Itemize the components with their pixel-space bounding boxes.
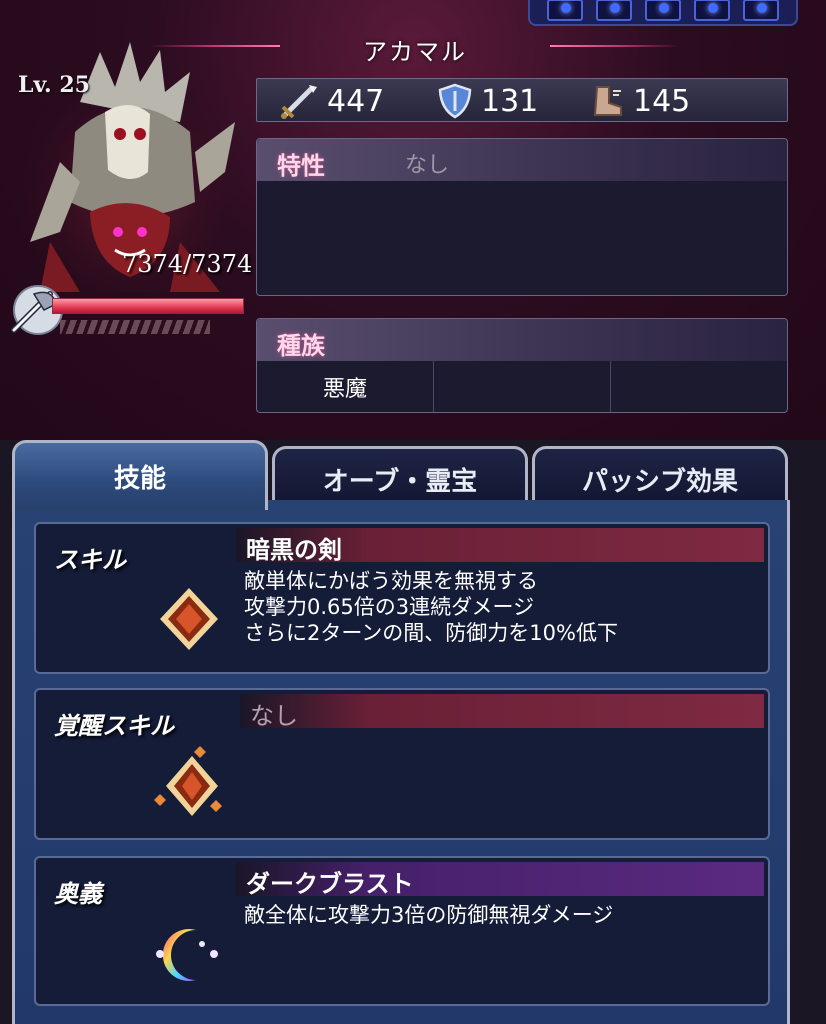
hp-text: 7374/7374 bbox=[122, 250, 253, 278]
ultimate-label: 奥義 bbox=[54, 879, 102, 908]
race-cell bbox=[611, 361, 787, 412]
party-slot[interactable] bbox=[644, 0, 681, 21]
ultimate-card[interactable]: 奥義 ダークブラスト 敵全体に攻撃力3倍の防御無視ダメージ bbox=[34, 856, 770, 1006]
skill-name-bar: 暗黒の剣 bbox=[236, 528, 764, 564]
speed-value: 145 bbox=[633, 83, 691, 119]
skill-card[interactable]: スキル 暗黒の剣 敵単体にかばう効果を無視する 攻撃力0.65倍の3連続ダメージ… bbox=[34, 522, 770, 674]
character-panel: アカマル Lv. 25 7374/7374 447 131 145 特性 なし … bbox=[0, 0, 826, 440]
race-box: 種族 悪魔 bbox=[256, 318, 788, 413]
hp-bar bbox=[52, 298, 244, 314]
race-title: 種族 bbox=[277, 331, 325, 360]
decorative-line bbox=[550, 45, 680, 47]
race-cell bbox=[434, 361, 611, 412]
party-slot[interactable] bbox=[546, 0, 583, 21]
traits-value: なし bbox=[405, 153, 450, 178]
skill-crystal-icon bbox=[160, 588, 218, 650]
stats-bar: 447 131 145 bbox=[256, 78, 788, 122]
attack-value: 447 bbox=[327, 83, 385, 119]
traits-box: 特性 なし bbox=[256, 138, 788, 296]
ultimate-description: 敵全体に攻撃力3倍の防御無視ダメージ bbox=[244, 903, 614, 927]
ultimate-name-bar: ダークブラスト bbox=[236, 862, 764, 898]
skill-description: 敵単体にかばう効果を無視する 攻撃力0.65倍の3連続ダメージ さらに2ターンの… bbox=[244, 569, 618, 645]
party-slot[interactable] bbox=[694, 0, 731, 21]
awakened-skill-label: 覚醒スキル bbox=[54, 711, 174, 740]
break-gauge bbox=[60, 320, 210, 334]
shield-icon bbox=[438, 83, 472, 119]
awakened-skill-crystal-icon bbox=[154, 746, 222, 816]
sword-icon bbox=[281, 85, 317, 119]
race-cells: 悪魔 bbox=[257, 361, 787, 412]
awakened-skill-card[interactable]: 覚醒スキル なし bbox=[34, 688, 770, 840]
race-cell: 悪魔 bbox=[257, 361, 434, 412]
skill-label: スキル bbox=[54, 545, 126, 574]
ultimate-moon-icon bbox=[156, 929, 218, 981]
speed-stat: 145 bbox=[589, 83, 690, 119]
race-header: 種族 bbox=[257, 319, 787, 361]
defense-stat: 131 bbox=[437, 83, 538, 119]
boot-icon bbox=[593, 86, 622, 116]
awakened-skill-name-bar: なし bbox=[240, 694, 764, 730]
attack-stat: 447 bbox=[279, 83, 384, 119]
level-label: Lv. 25 bbox=[18, 72, 90, 98]
ultimate-name: ダークブラスト bbox=[246, 870, 414, 898]
defense-value: 131 bbox=[481, 83, 539, 119]
tab-skills[interactable]: 技能 bbox=[12, 440, 268, 510]
skill-name: 暗黒の剣 bbox=[246, 536, 342, 564]
traits-header: 特性 なし bbox=[257, 139, 787, 181]
party-slot[interactable] bbox=[743, 0, 780, 21]
hp-bar-fill bbox=[53, 299, 243, 313]
party-slot-bar[interactable] bbox=[528, 0, 798, 26]
awakened-skill-name: なし bbox=[250, 702, 298, 730]
party-slot[interactable] bbox=[595, 0, 632, 21]
traits-title: 特性 bbox=[277, 151, 325, 180]
